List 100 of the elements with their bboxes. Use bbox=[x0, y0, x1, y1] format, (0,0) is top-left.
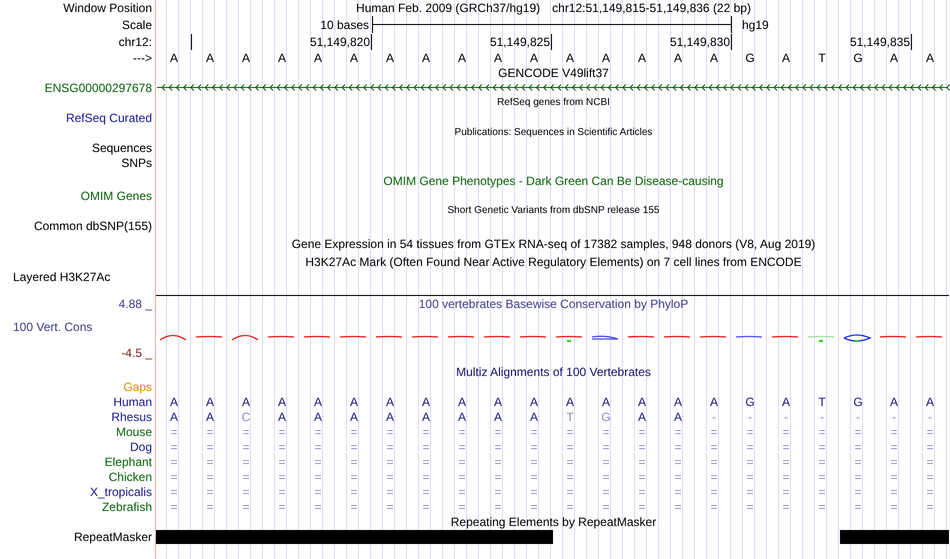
alignment-base: A bbox=[492, 410, 503, 424]
alignment-base: = bbox=[745, 470, 754, 484]
alignment-base: = bbox=[349, 424, 358, 438]
alignment-base: = bbox=[853, 500, 862, 514]
track-title: H3K27Ac Mark (Often Found Near Active Regulatory Elements) on 7 cell lines from ENCODE bbox=[305, 255, 802, 269]
alignment-base: = bbox=[493, 440, 502, 454]
alignment-base: = bbox=[817, 454, 826, 468]
alignment-base: A bbox=[204, 394, 215, 408]
track-label[interactable]: OMIM Genes bbox=[80, 188, 152, 202]
alignment-base: = bbox=[169, 454, 178, 468]
species-label[interactable]: Human bbox=[113, 394, 152, 408]
base-letter: A bbox=[564, 50, 575, 64]
alignment-base: = bbox=[925, 470, 934, 484]
species-label[interactable]: Elephant bbox=[104, 454, 152, 468]
alignment-base: = bbox=[781, 454, 790, 468]
alignment-base: = bbox=[493, 484, 502, 498]
track-title: Short Genetic Variants from dbSNP release 155 bbox=[448, 204, 660, 218]
row-label: Scale bbox=[122, 18, 152, 32]
row-label: chr12: bbox=[118, 34, 152, 48]
strand-label: ---> bbox=[133, 50, 152, 64]
alignment-base: = bbox=[277, 500, 286, 514]
track-label[interactable]: Common dbSNP(155) bbox=[34, 218, 152, 232]
alignment-base: = bbox=[601, 470, 610, 484]
alignment-base: = bbox=[313, 470, 322, 484]
track-label[interactable]: Sequences bbox=[92, 140, 152, 154]
alignment-base: = bbox=[457, 470, 466, 484]
base-letter: A bbox=[636, 50, 647, 64]
species-label[interactable]: Zebrafish bbox=[102, 500, 152, 514]
alignment-base: = bbox=[889, 424, 898, 438]
alignment-base: = bbox=[205, 424, 214, 438]
alignment-base: A bbox=[204, 410, 215, 424]
alignment-base: = bbox=[277, 440, 286, 454]
alignment-base: = bbox=[205, 500, 214, 514]
alignment-base: A bbox=[600, 394, 611, 408]
alignment-base: = bbox=[169, 440, 178, 454]
alignment-base: A bbox=[528, 410, 539, 424]
alignment-base: = bbox=[529, 440, 538, 454]
alignment-base: = bbox=[313, 440, 322, 454]
track-label[interactable]: ENSG00000297678 bbox=[44, 80, 152, 94]
alignment-base: - bbox=[711, 410, 717, 424]
scale-span-label: 10 bases bbox=[320, 18, 370, 32]
alignment-base: A bbox=[168, 394, 179, 408]
track-title: Repeating Elements by RepeatMasker bbox=[450, 514, 656, 528]
alignment-base: = bbox=[889, 484, 898, 498]
track-label[interactable]: Layered H3K27Ac bbox=[13, 270, 110, 284]
alignment-base: = bbox=[205, 470, 214, 484]
alignment-base: = bbox=[169, 500, 178, 514]
alignment-base: = bbox=[529, 484, 538, 498]
track-title: Gene Expression in 54 tissues from GTEx RNA-seq of 17382 samples, 948 donors (V8, Aug 2019) bbox=[292, 237, 816, 251]
alignment-base: = bbox=[313, 454, 322, 468]
alignment-base: = bbox=[169, 470, 178, 484]
alignment-base: = bbox=[277, 454, 286, 468]
alignment-base: = bbox=[817, 424, 826, 438]
alignment-base: A bbox=[456, 410, 467, 424]
alignment-base: = bbox=[529, 424, 538, 438]
alignment-base: G bbox=[600, 410, 612, 424]
alignment-base: A bbox=[564, 394, 575, 408]
alignment-base: = bbox=[421, 484, 430, 498]
alignment-base: = bbox=[889, 470, 898, 484]
alignment-base: = bbox=[709, 454, 718, 468]
alignment-base: = bbox=[745, 484, 754, 498]
track-title: GENCODE V49lift37 bbox=[498, 66, 609, 80]
alignment-base: = bbox=[637, 500, 646, 514]
alignment-base: = bbox=[637, 440, 646, 454]
base-letter: A bbox=[420, 50, 431, 64]
alignment-base: = bbox=[457, 500, 466, 514]
species-label[interactable]: Dog bbox=[130, 440, 152, 454]
species-label[interactable]: Rhesus bbox=[111, 410, 152, 424]
track-title: Multiz Alignments of 100 Vertebrates bbox=[456, 364, 651, 378]
alignment-base: A bbox=[348, 394, 359, 408]
alignment-base: G bbox=[852, 394, 864, 408]
alignment-base: A bbox=[924, 394, 935, 408]
species-label[interactable]: X_tropicalis bbox=[90, 484, 152, 498]
alignment-base: = bbox=[421, 440, 430, 454]
alignment-base: = bbox=[421, 454, 430, 468]
alignment-base: = bbox=[601, 440, 610, 454]
alignment-base: - bbox=[747, 410, 753, 424]
alignment-base: = bbox=[889, 500, 898, 514]
species-label[interactable]: Mouse bbox=[116, 424, 152, 438]
species-label[interactable]: Chicken bbox=[108, 470, 152, 484]
alignment-base: A bbox=[888, 394, 899, 408]
alignment-base: A bbox=[384, 394, 395, 408]
track-label[interactable]: 100 Vert. Cons bbox=[0, 320, 92, 334]
alignment-base: = bbox=[601, 484, 610, 498]
alignment-base: A bbox=[240, 394, 251, 408]
alignment-base: A bbox=[708, 394, 719, 408]
base-letter: A bbox=[456, 50, 467, 64]
alignment-base: = bbox=[313, 424, 322, 438]
alignment-base: = bbox=[493, 500, 502, 514]
track-label[interactable]: RefSeq Curated bbox=[66, 110, 152, 124]
track-label[interactable]: SNPs bbox=[121, 156, 152, 170]
alignment-base: = bbox=[781, 424, 790, 438]
alignment-base: = bbox=[493, 454, 502, 468]
alignment-base: = bbox=[565, 500, 574, 514]
base-letter: A bbox=[780, 50, 791, 64]
alignment-base: = bbox=[745, 454, 754, 468]
base-letter: A bbox=[384, 50, 395, 64]
alignment-base: = bbox=[817, 440, 826, 454]
track-label[interactable]: RepeatMasker bbox=[74, 530, 152, 544]
alignment-base: A bbox=[492, 394, 503, 408]
